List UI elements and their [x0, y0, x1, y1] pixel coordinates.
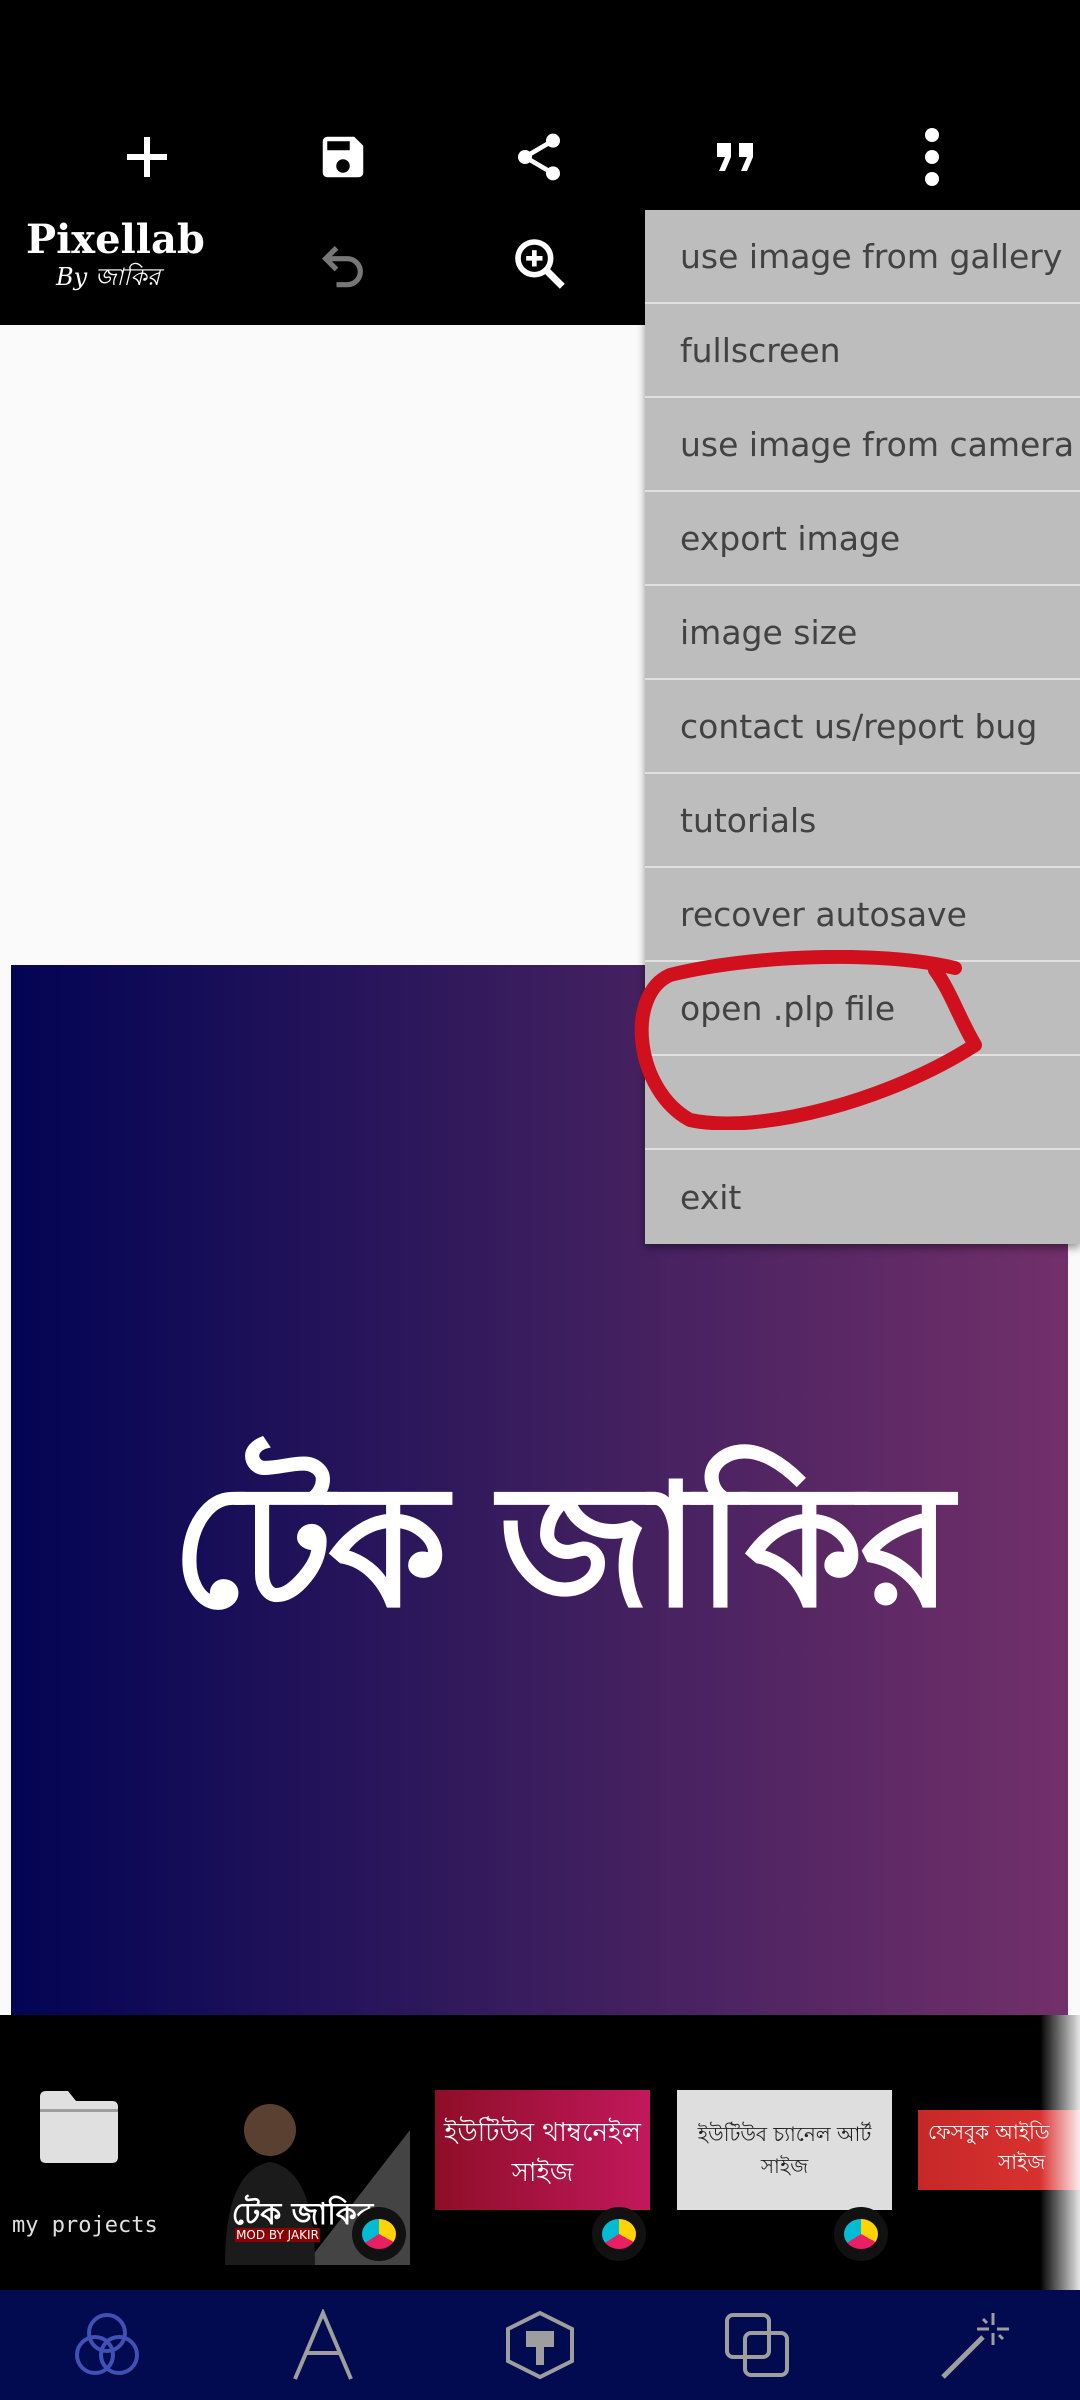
zoom-in-icon [515, 239, 565, 289]
duplicate-button[interactable] [712, 2300, 802, 2390]
share-icon [518, 133, 560, 181]
more-vert-icon [925, 128, 939, 186]
layers-icon [75, 2313, 139, 2375]
undo-button[interactable] [298, 218, 388, 308]
template-subtitle: সাইজ [511, 2158, 574, 2188]
template-thumb[interactable]: ইউটিউব থাম্বনেইল সাইজ [435, 2090, 650, 2265]
menu-item-gallery[interactable]: use image from gallery [645, 210, 1080, 304]
pixellab-badge-icon [352, 2207, 406, 2261]
overflow-menu: use image from gallery fullscreen use im… [645, 210, 1080, 1244]
template-subtitle: MOD BY JAKIR [235, 2228, 320, 2242]
add-button[interactable] [102, 112, 192, 202]
text-icon [293, 2309, 353, 2380]
my-projects-button[interactable]: my projects [0, 2015, 160, 2290]
template-thumb[interactable]: টেক জাকির MOD BY JAKIR [195, 2090, 410, 2265]
undo-icon [321, 245, 363, 288]
magic-wand-icon [941, 2313, 1009, 2379]
pixellab-badge-icon [592, 2207, 646, 2261]
bottom-nav [0, 2290, 1080, 2400]
shapes-3d-button[interactable] [495, 2300, 585, 2390]
folder-icon [40, 2091, 118, 2163]
template-title: ইউটিউব চ্যানেল আর্ট [697, 2122, 872, 2146]
template-thumb[interactable]: ইউটিউব চ্যানেল আর্ট সাইজ [677, 2090, 892, 2265]
template-subtitle: সাইজ [760, 2154, 809, 2178]
menu-item-export[interactable]: export image [645, 492, 1080, 586]
menu-item-image-size[interactable]: image size [645, 586, 1080, 680]
app-logo: Pixellab By জাকির [26, 218, 206, 308]
menu-item-camera[interactable]: use image from camera [645, 398, 1080, 492]
logo-subtext: By জাকির [56, 263, 161, 291]
template-title: ইউটিউব থাম্বনেইল [444, 2118, 641, 2148]
menu-item-open-plp[interactable]: open .plp file [645, 962, 1080, 1056]
duplicate-icon [725, 2313, 789, 2377]
layers-button[interactable] [62, 2300, 152, 2390]
menu-item-contact[interactable]: contact us/report bug [645, 680, 1080, 774]
menu-item-obscured[interactable] [645, 1056, 1080, 1150]
my-projects-label: my projects [12, 2213, 158, 2238]
effects-button[interactable] [930, 2300, 1020, 2390]
text-tool-button[interactable] [278, 2300, 368, 2390]
save-button[interactable] [298, 112, 388, 202]
pixellab-badge-icon [834, 2207, 888, 2261]
canvas-text[interactable]: টেক জাকির [171, 1415, 953, 1699]
zoom-in-button[interactable] [494, 218, 584, 308]
logo-text: Pixellab [26, 216, 205, 263]
more-options-button[interactable] [887, 112, 977, 202]
menu-item-fullscreen[interactable]: fullscreen [645, 304, 1080, 398]
scroll-edge-glow [1040, 2015, 1080, 2290]
plus-icon [127, 137, 167, 177]
save-icon [322, 136, 364, 178]
menu-item-recover[interactable]: recover autosave [645, 868, 1080, 962]
shape-3d-icon [506, 2310, 574, 2380]
quote-icon [717, 143, 753, 171]
quote-button[interactable] [690, 112, 780, 202]
template-strip: my projects টেক জাকির MOD BY JAKIR ইউটিউ… [0, 2015, 1080, 2290]
menu-item-exit[interactable]: exit [645, 1150, 1080, 1244]
share-button[interactable] [494, 112, 584, 202]
menu-item-tutorials[interactable]: tutorials [645, 774, 1080, 868]
